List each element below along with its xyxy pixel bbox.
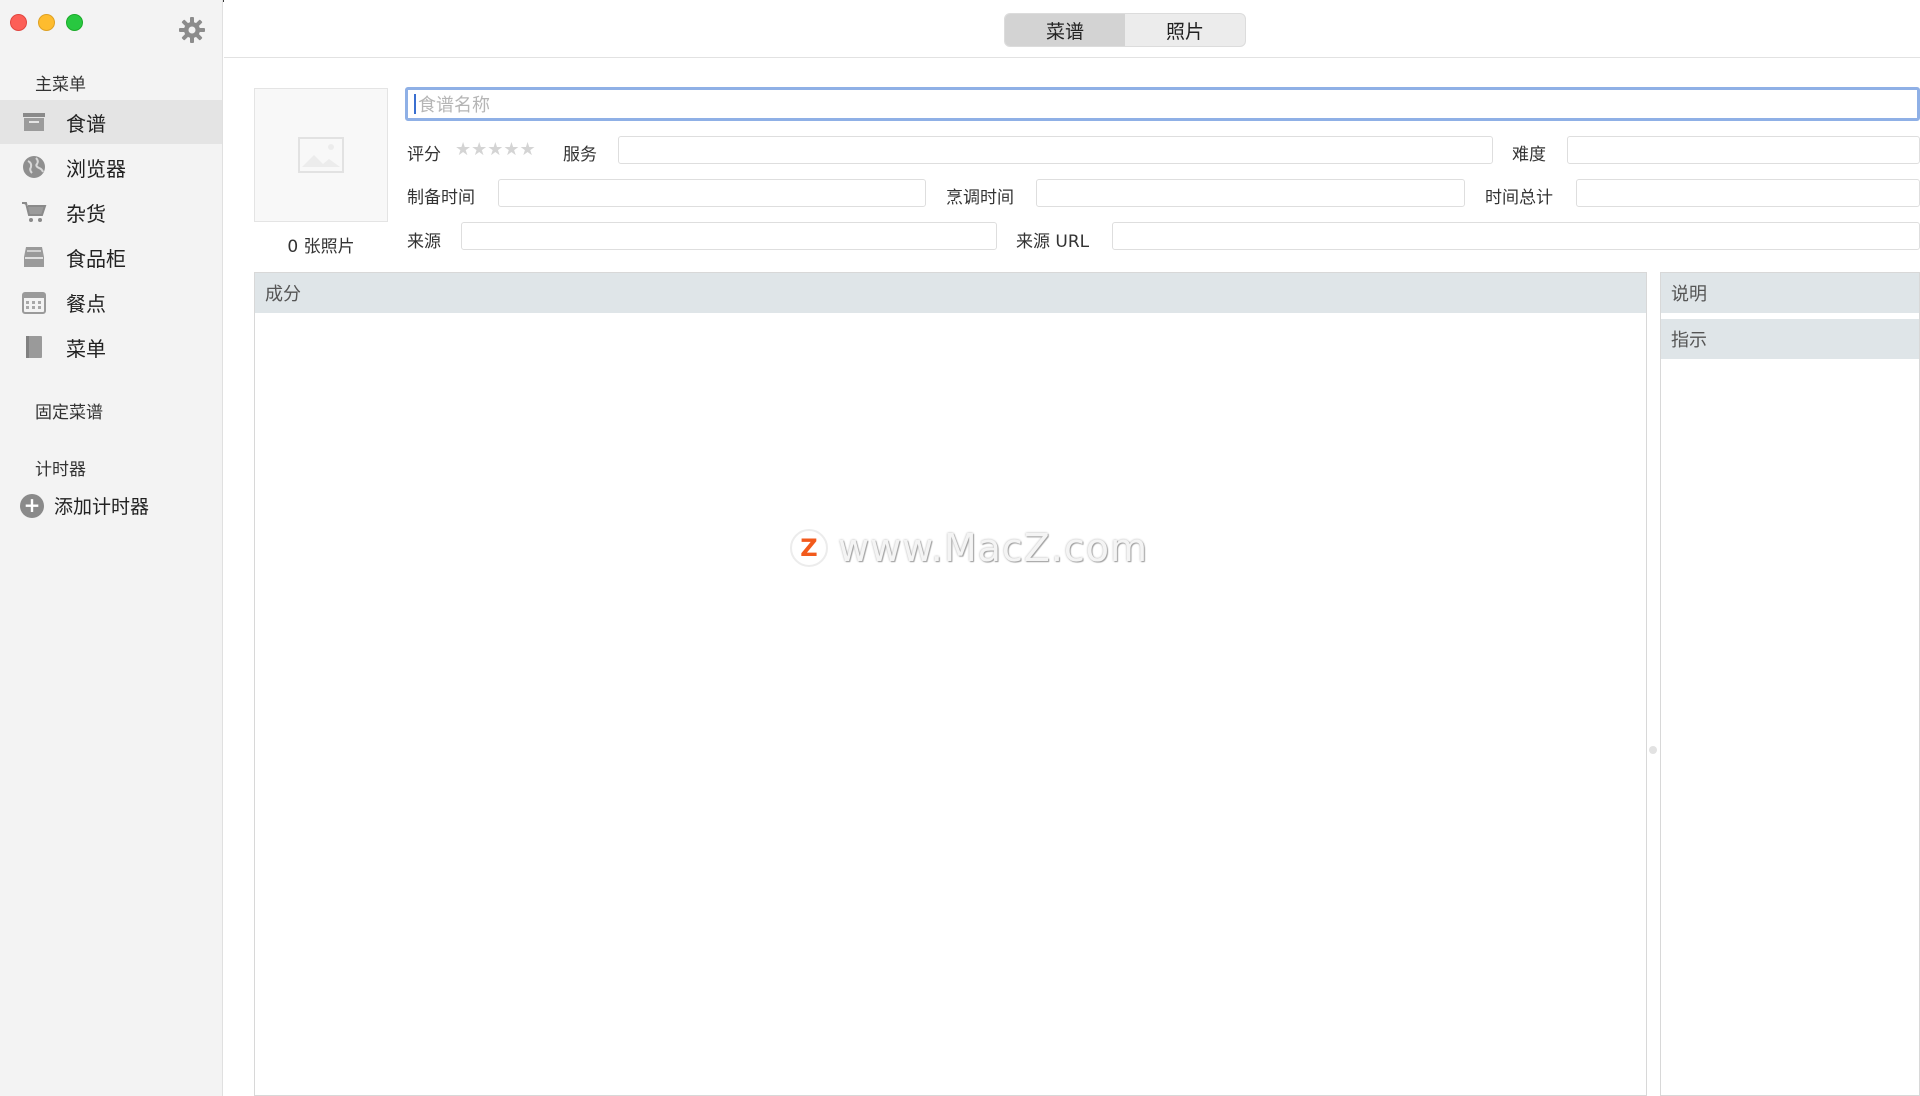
cook-time-label: 烹调时间 [946,188,1014,208]
source-url-label: 来源 URL [1016,232,1090,252]
sidebar-item-label: 菜单 [66,336,106,361]
watermark: Z www.MacZ.com [790,526,1148,570]
book-icon [20,333,48,361]
servings-field[interactable] [618,136,1493,164]
tab-recipe[interactable]: 菜谱 [1005,14,1125,46]
prep-time-label: 制备时间 [407,188,475,208]
recipe-box-icon [20,108,48,136]
photo-count: 0 张照片 [287,237,355,257]
pantry-icon [20,243,48,271]
sidebar-item-label: 食谱 [66,111,106,136]
photo-drop-area[interactable] [254,88,388,222]
app-window: 主菜单 食谱 浏览器 杂货 食品柜 餐点 菜单 固定菜谱 计时器 + 添加计时器… [0,0,1920,1096]
view-tabs: 菜谱 照片 [1004,13,1246,47]
pinned-recipes-heading: 固定菜谱 [35,403,103,423]
sidebar-item-label: 食品柜 [66,246,126,271]
add-timer-button[interactable]: + 添加计时器 [20,492,149,519]
plus-icon: + [20,493,44,518]
toolbar: 菜谱 照片 [224,0,1920,58]
servings-label: 服务 [563,145,597,165]
maximize-button[interactable] [66,14,83,31]
watermark-logo: Z [790,529,828,567]
sidebar-item-meals[interactable]: 餐点 [0,280,222,324]
watermark-text: www.MacZ.com [838,526,1149,570]
minimize-button[interactable] [38,14,55,31]
recipe-name-input[interactable]: 食谱名称 [405,87,1920,121]
main-menu-heading: 主菜单 [35,75,86,95]
cart-icon [20,198,48,226]
add-timer-label: 添加计时器 [54,496,150,518]
source-label: 来源 [407,232,441,252]
close-button[interactable] [10,14,27,31]
rating-label: 评分 [407,145,441,165]
directions-header[interactable]: 指示 [1661,319,1919,359]
total-time-label: 时间总计 [1485,188,1553,208]
calendar-icon [20,288,48,316]
text-caret [414,94,416,114]
ingredients-panel[interactable]: 成分 [254,272,1647,1096]
total-time-field[interactable] [1576,179,1920,207]
source-field[interactable] [461,222,997,250]
sidebar-item-label: 餐点 [66,291,106,316]
difficulty-label: 难度 [1512,145,1546,165]
prep-time-field[interactable] [498,179,926,207]
sidebar-item-recipes[interactable]: 食谱 [0,100,222,144]
tab-photos[interactable]: 照片 [1125,14,1245,46]
source-url-field[interactable] [1112,222,1920,250]
sidebar-item-pantry[interactable]: 食品柜 [0,235,222,279]
cook-time-field[interactable] [1036,179,1465,207]
sidebar-item-groceries[interactable]: 杂货 [0,190,222,234]
sidebar-item-menus[interactable]: 菜单 [0,325,222,369]
difficulty-field[interactable] [1567,136,1920,164]
gear-icon[interactable] [178,16,206,44]
ingredients-header: 成分 [255,273,1646,313]
window-controls [10,14,83,31]
timers-heading: 计时器 [35,460,86,480]
image-placeholder-icon [298,137,344,173]
recipe-name-placeholder: 食谱名称 [418,95,490,116]
sidebar-item-label: 浏览器 [66,156,126,181]
rating-stars[interactable]: ★★★★★ [455,139,536,160]
notes-panel[interactable]: 说明 指示 [1660,272,1920,1096]
splitter-handle[interactable] [1649,746,1657,754]
sidebar-item-browser[interactable]: 浏览器 [0,145,222,189]
globe-icon [20,153,48,181]
sidebar: 主菜单 食谱 浏览器 杂货 食品柜 餐点 菜单 固定菜谱 计时器 + 添加计时器 [0,0,223,1096]
description-header[interactable]: 说明 [1661,273,1919,313]
sidebar-item-label: 杂货 [66,201,106,226]
